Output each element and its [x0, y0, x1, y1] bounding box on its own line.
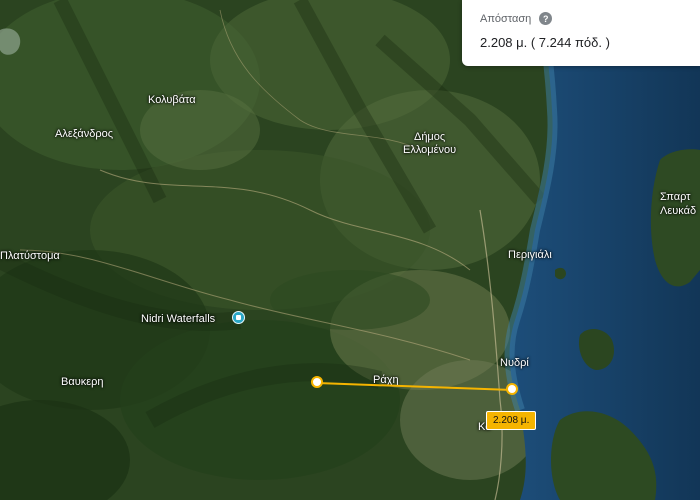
distance-panel-title: Απόσταση — [480, 12, 532, 25]
place-label-kolyvata: Κολυβάτα — [148, 94, 196, 106]
satellite-map[interactable] — [0, 0, 700, 500]
place-label-nidri-waterfalls: Nidri Waterfalls — [141, 313, 216, 325]
place-label-spartochori: Σπαρτ Λευκάδ — [660, 191, 697, 217]
place-label-perigiali: Περιγιάλι — [508, 249, 552, 261]
measure-start-handle[interactable] — [311, 376, 323, 388]
waterfall-poi-icon[interactable] — [232, 311, 245, 324]
place-label-dimos-ellomenou: Δήμος Ελλομένου — [403, 131, 457, 156]
place-label-alexandros: Αλεξάνδρος — [55, 128, 114, 140]
place-label-nydri: Νυδρί — [500, 357, 529, 369]
measure-end-handle[interactable] — [506, 383, 518, 395]
distance-value: 2.208 μ. ( 7.244 πόδ. ) — [480, 35, 610, 50]
distance-badge: 2.208 μ. — [486, 411, 537, 430]
distance-panel: Απόσταση ? 2.208 μ. ( 7.244 πόδ. ) — [462, 0, 700, 66]
place-label-platystoma: Πλατύστομα — [0, 250, 60, 262]
help-icon[interactable]: ? — [539, 12, 553, 25]
place-label-vafkeri: Βαυκερη — [61, 376, 104, 388]
